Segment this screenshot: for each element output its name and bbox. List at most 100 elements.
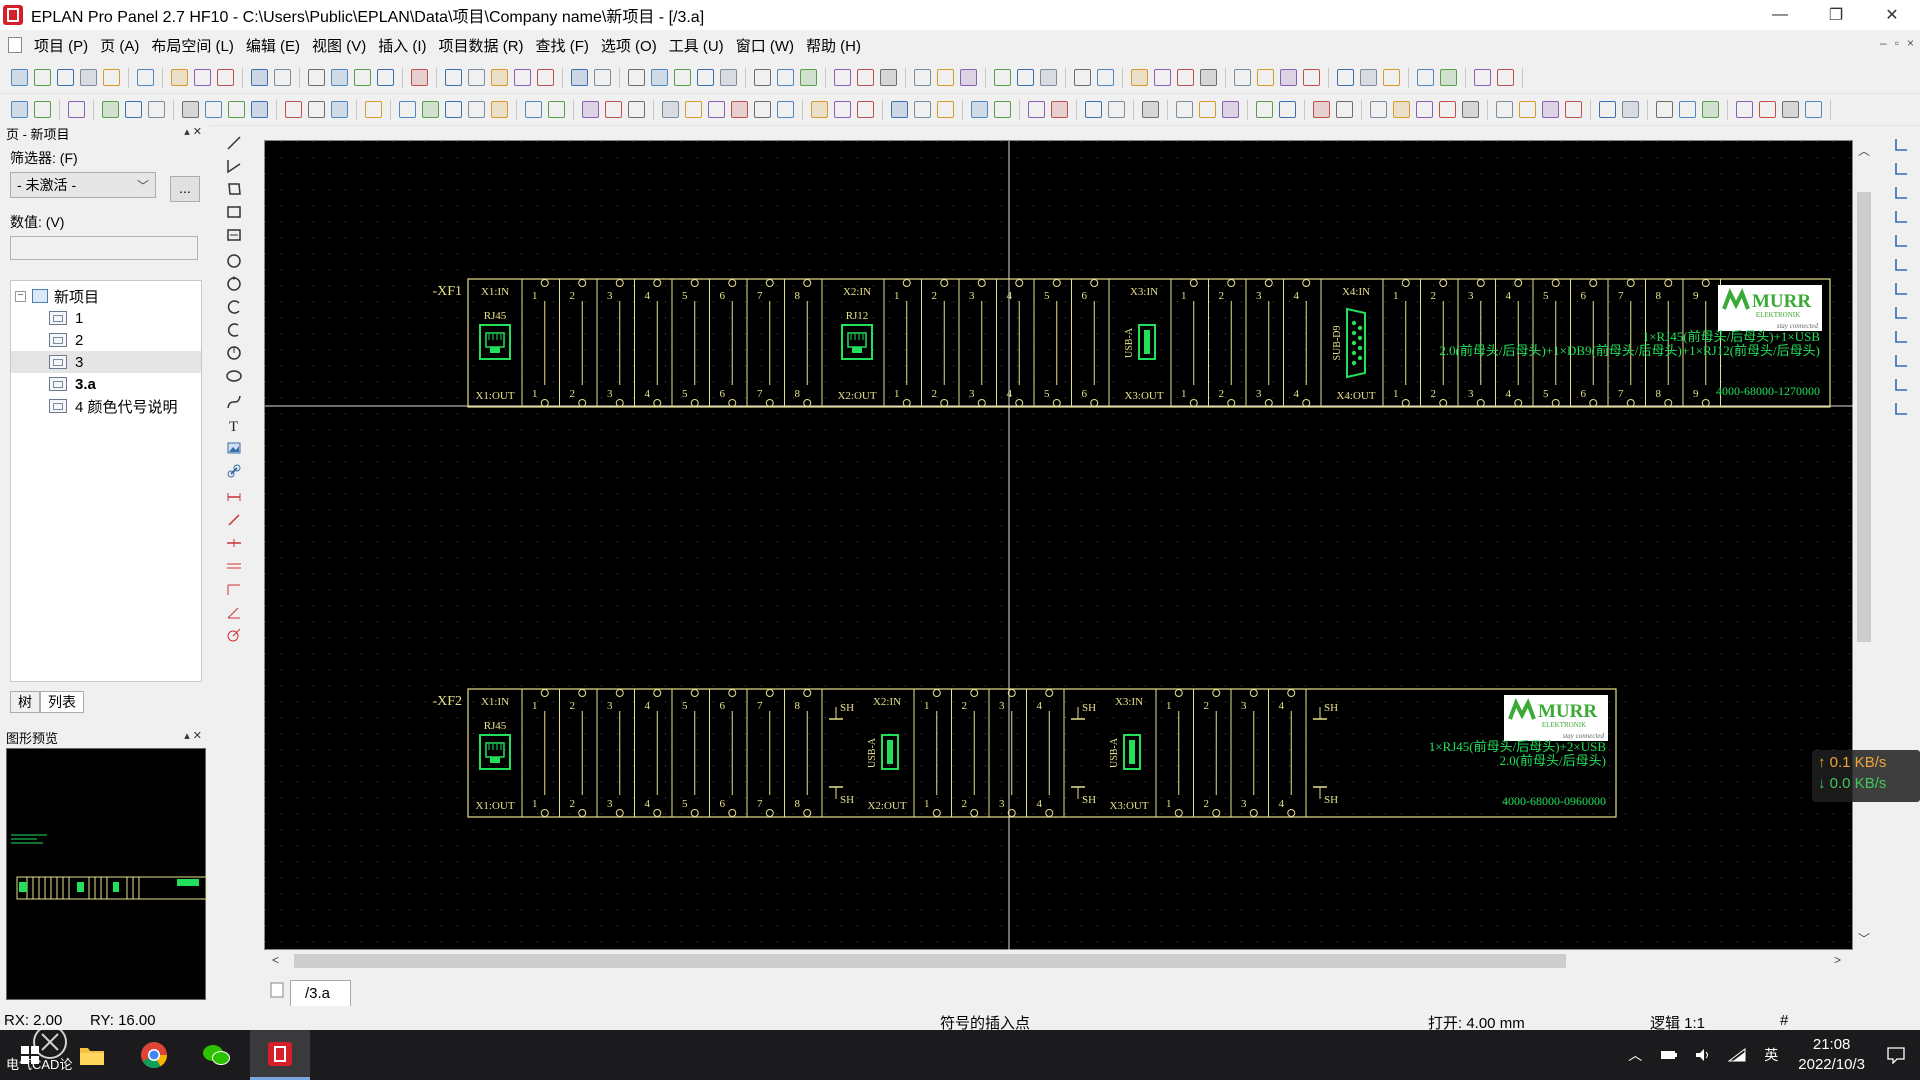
toolbar-button-icon[interactable] bbox=[445, 101, 462, 118]
toolbar-button-icon[interactable] bbox=[1736, 101, 1753, 118]
menu-window[interactable]: 窗口 (W) bbox=[730, 35, 800, 56]
connection-symbol-icon[interactable] bbox=[1892, 280, 1910, 298]
toolbar-button-icon[interactable] bbox=[674, 69, 691, 86]
toolbar-button-icon[interactable] bbox=[11, 69, 28, 86]
connection-symbol-icon[interactable] bbox=[1892, 184, 1910, 202]
toolbar-button-icon[interactable] bbox=[1279, 101, 1296, 118]
toolbar-button-icon[interactable] bbox=[1656, 101, 1673, 118]
toolbar-button-icon[interactable] bbox=[137, 69, 154, 86]
toolbar-button-icon[interactable] bbox=[628, 69, 645, 86]
toolbar-button-icon[interactable] bbox=[800, 69, 817, 86]
menu-options[interactable]: 选项 (O) bbox=[595, 35, 663, 56]
toolbar-button-icon[interactable] bbox=[914, 69, 931, 86]
toolbar-button-icon[interactable] bbox=[1782, 101, 1799, 118]
dimension-aligned-icon[interactable] bbox=[225, 511, 243, 529]
toolbar-button-icon[interactable] bbox=[971, 101, 988, 118]
toolbar-button-icon[interactable] bbox=[1074, 69, 1091, 86]
vertical-scroll-thumb[interactable] bbox=[1857, 192, 1871, 642]
toolbar-button-icon[interactable] bbox=[708, 101, 725, 118]
network-icon[interactable] bbox=[1727, 1045, 1747, 1065]
spline-tool-icon[interactable] bbox=[225, 393, 243, 411]
toolbar-button-icon[interactable] bbox=[1599, 101, 1616, 118]
connection-symbol-icon[interactable] bbox=[1892, 376, 1910, 394]
toolbar-button-icon[interactable] bbox=[582, 101, 599, 118]
connection-symbol-icon[interactable] bbox=[1892, 400, 1910, 418]
toolbar-button-icon[interactable] bbox=[1440, 69, 1457, 86]
toolbar-button-icon[interactable] bbox=[1051, 101, 1068, 118]
hyperlink-tool-icon[interactable] bbox=[225, 462, 243, 480]
notification-center-icon[interactable] bbox=[1886, 1045, 1906, 1065]
toolbar-button-icon[interactable] bbox=[1702, 101, 1719, 118]
toolbar-button-icon[interactable] bbox=[1383, 69, 1400, 86]
dimension-chain-icon[interactable] bbox=[225, 534, 243, 552]
input-method-indicator[interactable]: 英 bbox=[1761, 1045, 1781, 1065]
menu-project-data[interactable]: 项目数据 (R) bbox=[433, 35, 530, 56]
tree-item-page-3a[interactable]: 3.a bbox=[11, 373, 201, 395]
toolbar-button-icon[interactable] bbox=[1234, 69, 1251, 86]
toolbar-button-icon[interactable] bbox=[251, 69, 268, 86]
taskbar-chrome[interactable] bbox=[124, 1030, 184, 1080]
toolbar-button-icon[interactable] bbox=[811, 101, 828, 118]
tab-tree[interactable]: 树 bbox=[10, 691, 40, 713]
toolbar-button-icon[interactable] bbox=[857, 101, 874, 118]
toolbar-button-icon[interactable] bbox=[777, 69, 794, 86]
toolbar-button-icon[interactable] bbox=[68, 101, 85, 118]
filter-select[interactable]: - 未激活 - ﹀ bbox=[10, 172, 156, 198]
ellipse-tool-icon[interactable] bbox=[225, 367, 243, 385]
connection-symbol-icon[interactable] bbox=[1892, 160, 1910, 178]
toolbar-button-icon[interactable] bbox=[1280, 69, 1297, 86]
rectangle-tool-icon[interactable] bbox=[225, 203, 243, 221]
toolbar-button-icon[interactable] bbox=[1256, 101, 1273, 118]
toolbar-button-icon[interactable] bbox=[331, 101, 348, 118]
toolbar-button-icon[interactable] bbox=[594, 69, 611, 86]
drawing-canvas[interactable]: -XF1 X1:IN X1:OUT RJ45 1 1 2 2 3 3 4 4 5 5 6 6 7 7 8 8 X2:IN… bbox=[264, 140, 1854, 951]
toolbar-button-icon[interactable] bbox=[148, 101, 165, 118]
toolbar-button-icon[interactable] bbox=[571, 69, 588, 86]
toolbar-button-icon[interactable] bbox=[1028, 101, 1045, 118]
toolbar-button-icon[interactable] bbox=[1519, 101, 1536, 118]
preview-canvas[interactable] bbox=[6, 748, 208, 1000]
toolbar-button-icon[interactable] bbox=[537, 69, 554, 86]
toolbar-button-icon[interactable] bbox=[605, 101, 622, 118]
toolbar-button-icon[interactable] bbox=[205, 101, 222, 118]
toolbar-button-icon[interactable] bbox=[194, 69, 211, 86]
toolbar-button-icon[interactable] bbox=[914, 101, 931, 118]
panel-pin-close-icon[interactable]: ▴ ✕ bbox=[184, 125, 202, 138]
toolbar-button-icon[interactable] bbox=[1805, 101, 1822, 118]
toolbar-button-icon[interactable] bbox=[514, 69, 531, 86]
toolbar-button-icon[interactable] bbox=[1097, 69, 1114, 86]
polyline-tool-icon[interactable] bbox=[225, 157, 243, 175]
toolbar-button-icon[interactable] bbox=[103, 69, 120, 86]
toolbar-button-icon[interactable] bbox=[1257, 69, 1274, 86]
tree-item-page-2[interactable]: 2 bbox=[11, 329, 201, 351]
toolbar-button-icon[interactable] bbox=[182, 101, 199, 118]
toolbar-button-icon[interactable] bbox=[365, 101, 382, 118]
toolbar-button-icon[interactable] bbox=[1679, 101, 1696, 118]
toolbar-button-icon[interactable] bbox=[1496, 101, 1513, 118]
toolbar-button-icon[interactable] bbox=[1416, 101, 1433, 118]
toolbar-button-icon[interactable] bbox=[422, 101, 439, 118]
clock[interactable]: 21:08 2022/10/3 bbox=[1798, 1035, 1865, 1075]
toolbar-button-icon[interactable] bbox=[1622, 101, 1639, 118]
minimize-button[interactable]: — bbox=[1752, 0, 1808, 30]
dimension-increment-icon[interactable] bbox=[225, 580, 243, 598]
tree-item-page-4[interactable]: 4 颜色代号说明 bbox=[11, 395, 201, 417]
polygon-tool-icon[interactable] bbox=[225, 180, 243, 198]
toolbar-button-icon[interactable] bbox=[217, 69, 234, 86]
toolbar-button-icon[interactable] bbox=[1439, 101, 1456, 118]
toolbar-button-icon[interactable] bbox=[834, 69, 851, 86]
toolbar-button-icon[interactable] bbox=[1177, 69, 1194, 86]
toolbar-button-icon[interactable] bbox=[1370, 101, 1387, 118]
toolbar-button-icon[interactable] bbox=[1565, 101, 1582, 118]
toolbar-button-icon[interactable] bbox=[1131, 69, 1148, 86]
dimension-baseline-icon[interactable] bbox=[225, 557, 243, 575]
toolbar-button-icon[interactable] bbox=[525, 101, 542, 118]
toolbar-button-icon[interactable] bbox=[377, 69, 394, 86]
document-icon[interactable] bbox=[8, 37, 22, 53]
toolbar-button-icon[interactable] bbox=[228, 101, 245, 118]
scroll-down-icon[interactable]: ﹀ bbox=[1858, 930, 1870, 947]
horizontal-scrollbar[interactable]: < > bbox=[264, 950, 1853, 972]
toolbar-button-icon[interactable] bbox=[125, 101, 142, 118]
scroll-up-icon[interactable]: ︿ bbox=[1858, 142, 1870, 159]
toolbar-button-icon[interactable] bbox=[662, 101, 679, 118]
